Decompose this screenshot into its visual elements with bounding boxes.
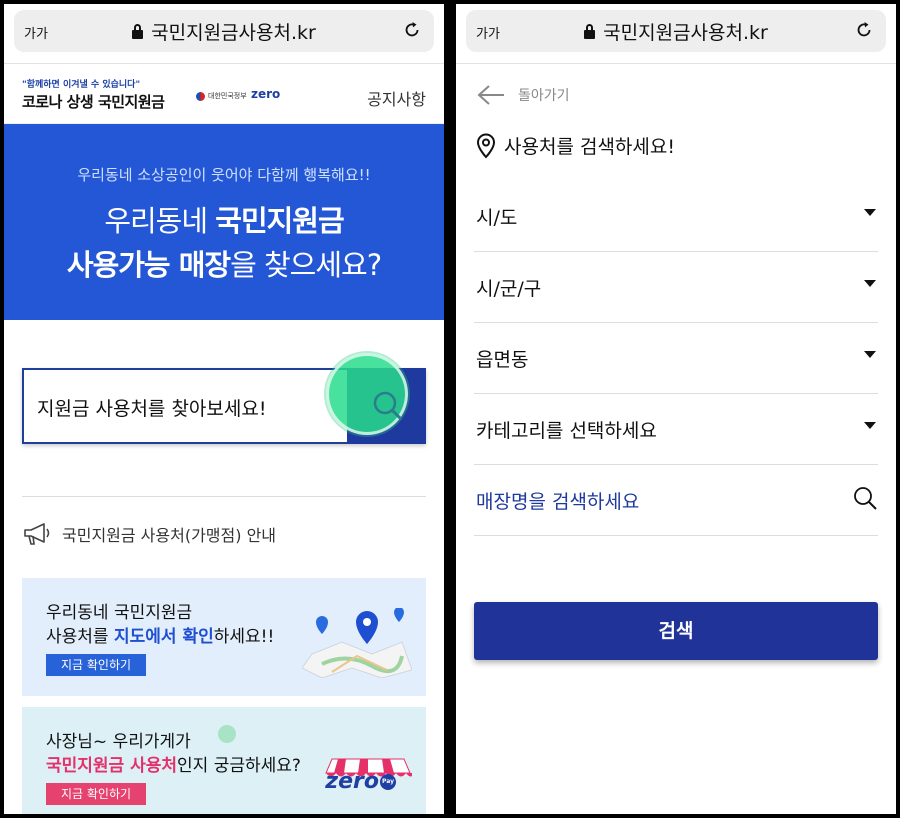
- brand-logo[interactable]: 코로나 상생 국민지원금: [22, 91, 165, 112]
- store-name-search[interactable]: 매장명을 검색하세요: [474, 465, 878, 536]
- select-category[interactable]: 카테고리를 선택하세요: [474, 394, 878, 465]
- hero-subtitle: 우리동네 소상공인이 웃어야 다함께 행복해요!!: [77, 166, 371, 184]
- map-pin-illustration: [302, 608, 412, 678]
- site-header: "함께하면 이겨낼 수 있습니다" 코로나 상생 국민지원금 대한민국정부 ze…: [4, 64, 444, 124]
- megaphone-icon: [24, 523, 50, 545]
- hero-title: 우리동네 국민지원금 사용가능 매장을 찾으세요?: [66, 204, 382, 282]
- right-screen-content: 가가 국민지원금사용처.kr 돌아가기 사용처를 검색하세요! 시/도 시/군/…: [456, 4, 896, 814]
- search-submit-button[interactable]: 검색: [474, 602, 878, 660]
- search-title: 사용처를 검색하세요!: [476, 132, 675, 159]
- dropdown-caret-icon: [864, 209, 876, 216]
- search-icon[interactable]: [370, 388, 406, 424]
- url-display[interactable]: 국민지원금사용처.kr: [466, 18, 886, 45]
- left-screen: 가가 국민지원금사용처.kr "함께하면 이겨낼 수 있습니다" 코로나 상생 …: [0, 0, 448, 818]
- card1-line1: 우리동네 국민지원금: [46, 603, 193, 623]
- map-check-button[interactable]: 지금 확인하기: [46, 654, 146, 676]
- gov-logo: 대한민국정부: [196, 91, 247, 101]
- select-label: 카테고리를 선택하세요: [476, 420, 657, 442]
- location-pin-icon: [476, 132, 496, 158]
- url-text: 국민지원금사용처.kr: [151, 21, 316, 44]
- select-label: 시/도: [476, 207, 518, 229]
- reload-icon[interactable]: [854, 20, 874, 40]
- map-check-card[interactable]: 우리동네 국민지원금 사용처를 지도에서 확인하세요!! 지금 확인하기: [22, 578, 426, 696]
- address-bar-container: 가가 국민지원금사용처.kr: [4, 4, 444, 64]
- card1-line2: 사용처를 지도에서 확인하세요!!: [46, 627, 275, 647]
- address-bar-container: 가가 국민지원금사용처.kr: [456, 4, 896, 64]
- arrow-left-icon: [477, 85, 504, 105]
- left-screen-content: 가가 국민지원금사용처.kr "함께하면 이겨낼 수 있습니다" 코로나 상생 …: [4, 4, 444, 814]
- search-icon[interactable]: [852, 485, 878, 511]
- dropdown-caret-icon: [864, 280, 876, 287]
- lock-icon: [584, 23, 596, 39]
- dropdown-caret-icon: [864, 422, 876, 429]
- taegeuk-icon: [196, 91, 205, 101]
- select-eupmyeondong[interactable]: 읍면동: [474, 323, 878, 394]
- reload-icon[interactable]: [402, 20, 422, 40]
- divider: [22, 496, 426, 497]
- guide-heading: 국민지원금 사용처(가맹점) 안내: [22, 522, 276, 546]
- back-button[interactable]: 돌아가기: [476, 84, 570, 106]
- hero-banner: 우리동네 소상공인이 웃어야 다함께 행복해요!! 우리동네 국민지원금 사용가…: [4, 124, 444, 320]
- text-size-button[interactable]: 가가: [24, 23, 48, 42]
- notice-link[interactable]: 공지사항: [367, 86, 426, 110]
- back-label: 돌아가기: [518, 88, 570, 104]
- card2-line2: 국민지원금 사용처인지 궁금하세요?: [46, 756, 301, 776]
- zero-logo: zero: [251, 87, 281, 101]
- search-input[interactable]: 지원금 사용처를 찾아보세요!: [37, 394, 266, 421]
- address-bar[interactable]: 가가 국민지원금사용처.kr: [466, 10, 886, 52]
- text-size-button[interactable]: 가가: [476, 23, 500, 42]
- owner-check-card[interactable]: 사장님~ 우리가게가 국민지원금 사용처인지 궁금하세요? 지금 확인하기 ze…: [22, 707, 426, 814]
- url-text: 국민지원금사용처.kr: [603, 21, 768, 44]
- select-label: 읍면동: [476, 349, 529, 371]
- zero-pay-logo: zero Pay: [325, 769, 396, 794]
- select-label: 시/군/구: [476, 278, 542, 300]
- guide-label: 국민지원금 사용처(가맹점) 안내: [62, 526, 277, 545]
- store-search-input[interactable]: 매장명을 검색하세요: [476, 487, 639, 514]
- select-sido[interactable]: 시/도: [474, 181, 878, 252]
- address-bar[interactable]: 가가 국민지원금사용처.kr: [14, 10, 434, 52]
- owner-check-button[interactable]: 지금 확인하기: [46, 783, 146, 805]
- decorative-bubble: [218, 725, 236, 743]
- dropdown-caret-icon: [864, 351, 876, 358]
- slogan: "함께하면 이겨낼 수 있습니다": [22, 80, 141, 90]
- url-display[interactable]: 국민지원금사용처.kr: [14, 18, 434, 45]
- select-sigungu[interactable]: 시/군/구: [474, 252, 878, 323]
- lock-icon: [132, 23, 144, 39]
- card2-line1: 사장님~ 우리가게가: [46, 732, 191, 752]
- right-screen: 가가 국민지원금사용처.kr 돌아가기 사용처를 검색하세요! 시/도 시/군/…: [452, 0, 900, 818]
